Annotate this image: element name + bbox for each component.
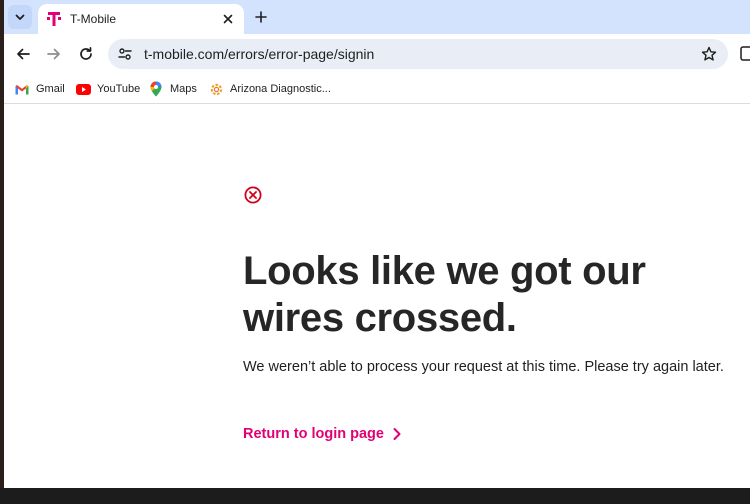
- new-tab-button[interactable]: [250, 6, 272, 28]
- error-message: We weren’t able to process your request …: [243, 359, 724, 375]
- page-content: Looks like we got our wires crossed. We …: [0, 104, 750, 488]
- tab-search-button[interactable]: [8, 5, 32, 29]
- arrow-left-icon: [17, 48, 30, 60]
- reload-button[interactable]: [72, 40, 100, 68]
- tab-t-mobile[interactable]: T-Mobile: [38, 4, 244, 34]
- error-circle-x-icon: [244, 186, 262, 204]
- bookmark-label: Gmail: [36, 83, 65, 95]
- arrow-right-icon: [47, 48, 60, 60]
- bookmarks-bar: Gmail YouTube Maps Arizona Diagnostic...: [0, 74, 750, 104]
- bookmark-gmail[interactable]: Gmail: [14, 78, 65, 100]
- plus-icon: [255, 11, 267, 23]
- tab-strip: T-Mobile: [0, 0, 750, 34]
- return-link-label: Return to login page: [243, 426, 384, 442]
- extension-icon: [740, 46, 750, 61]
- arizona-diagnostic-icon: [208, 81, 224, 97]
- tab-close-button[interactable]: [218, 9, 238, 29]
- browser-toolbar: t-mobile.com/errors/error-page/signin: [0, 34, 750, 74]
- close-icon: [223, 14, 233, 24]
- window-edge-left: [0, 0, 4, 504]
- maps-icon: [148, 81, 164, 97]
- address-bar[interactable]: t-mobile.com/errors/error-page/signin: [108, 39, 728, 69]
- reload-icon: [80, 46, 92, 60]
- t-mobile-logo-icon: [46, 11, 62, 27]
- error-headline: Looks like we got our wires crossed.: [243, 249, 646, 340]
- chevron-down-icon: [15, 14, 25, 20]
- bookmark-youtube[interactable]: YouTube: [75, 78, 140, 100]
- bookmark-label: YouTube: [97, 83, 141, 95]
- youtube-icon: [75, 81, 91, 97]
- tune-icon: [118, 48, 132, 60]
- tab-title: T-Mobile: [70, 12, 117, 26]
- forward-button[interactable]: [40, 40, 68, 68]
- bookmark-maps[interactable]: Maps: [148, 78, 197, 100]
- extensions-button[interactable]: [738, 44, 750, 64]
- return-to-login-link[interactable]: Return to login page: [243, 426, 402, 442]
- star-icon: [701, 46, 717, 61]
- chevron-right-icon: [393, 428, 401, 440]
- url-text[interactable]: t-mobile.com/errors/error-page/signin: [144, 46, 696, 62]
- site-info-button[interactable]: [112, 41, 138, 67]
- bookmark-arizona-diagnostic[interactable]: Arizona Diagnostic...: [208, 78, 331, 100]
- bookmark-label: Arizona Diagnostic...: [230, 83, 331, 95]
- taskbar-edge: [0, 488, 750, 504]
- bookmark-star-button[interactable]: [696, 41, 722, 67]
- gmail-icon: [14, 81, 30, 97]
- back-button[interactable]: [9, 40, 37, 68]
- bookmark-label: Maps: [170, 83, 197, 95]
